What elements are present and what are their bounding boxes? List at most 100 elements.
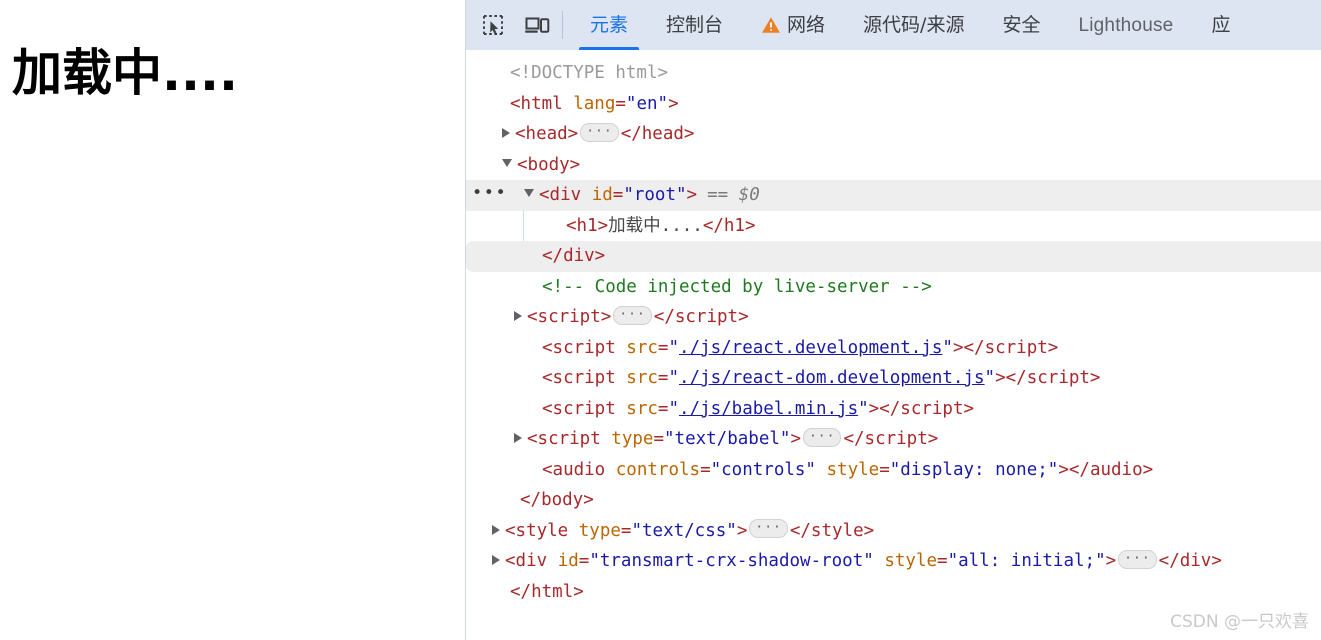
div-transmart-attr-id: id (557, 551, 579, 571)
selected-node-marker: == $0 (707, 185, 760, 205)
dom-row-div-transmart[interactable]: <div id="transmart-crx-shadow-root" styl… (466, 546, 1321, 577)
page-title: 加载中.... (12, 44, 238, 102)
script-react-dom-src-link[interactable]: ./js/react-dom.development.js (679, 368, 985, 388)
screenshot-root: 加载中.... 元素 控制台 网络 源代码/来源 安全 Lighthouse 应… (0, 0, 1321, 640)
html-tag-open: <html (510, 93, 574, 114)
dom-tree[interactable]: <!DOCTYPE html> <html lang="en"> <head> ·… (466, 50, 1321, 640)
row-overflow-dots-icon[interactable]: ••• (472, 180, 506, 211)
div-root-attr-id: id (591, 185, 613, 205)
toolbar-icon-group (466, 0, 554, 50)
tab-network[interactable]: 网络 (742, 0, 844, 50)
tab-elements[interactable]: 元素 (571, 0, 647, 50)
collapsed-children-badge-div-transmart[interactable]: ··· (1118, 549, 1157, 569)
audio-attr-controls: controls (615, 459, 701, 480)
script-babel-attr-src: src (626, 398, 658, 419)
dom-row-head[interactable]: <head> ··· </head> (466, 119, 1321, 150)
dom-row-body-close[interactable]: </body> (466, 485, 1321, 516)
script-react-dom-tag-gt: > (995, 368, 1006, 388)
script-babel-tag-open: <script (542, 398, 627, 419)
tab-security[interactable]: 安全 (983, 0, 1059, 50)
div-transmart-attr-style: style (884, 551, 938, 571)
script-inline-tag-open: <script> (527, 307, 612, 327)
dom-row-h1[interactable]: <h1>加载中....</h1> (466, 211, 1321, 242)
head-tag-open: <head> (515, 124, 579, 144)
dom-row-audio[interactable]: <audio controls="controls" style="displa… (466, 455, 1321, 486)
dom-row-body-open[interactable]: <body> (466, 150, 1321, 181)
tab-console[interactable]: 控制台 (647, 0, 742, 50)
h1-text-content: 加载中.... (608, 215, 703, 236)
expand-triangle-style-icon[interactable] (492, 524, 500, 535)
dom-row-doctype[interactable]: <!DOCTYPE html> (466, 58, 1321, 89)
div-root-closing-tag: </div> (542, 246, 606, 266)
script-react-dom-attr-src: src (626, 368, 658, 388)
collapsed-children-badge-style[interactable]: ··· (749, 519, 788, 538)
collapse-triangle-div-root-icon[interactable] (524, 189, 534, 197)
dom-row-div-root[interactable]: ••• <div id="root"> == $0 (466, 180, 1321, 211)
dom-row-script-text-babel[interactable]: <script type="text/babel"> ··· </script> (466, 424, 1321, 455)
dom-row-script-react[interactable]: <script src="./js/react.development.js">… (466, 333, 1321, 364)
div-transmart-attr-style-value: "all: initial;" (947, 551, 1106, 571)
script-text-babel-tag-close: </script> (843, 429, 939, 449)
audio-tag-close: </audio> (1068, 459, 1154, 480)
script-react-dom-tag-open: <script (542, 368, 627, 388)
html-attr-lang: lang (573, 93, 616, 114)
html-attr-lang-value: "en" (625, 93, 669, 114)
script-babel-tag-close: </script> (879, 398, 975, 419)
expand-triangle-head-icon[interactable] (502, 128, 510, 138)
body-tag-open: <body> (517, 154, 581, 175)
inspect-element-icon[interactable] (476, 8, 510, 42)
script-react-tag-open: <script (542, 337, 627, 358)
expand-triangle-script-text-babel-icon[interactable] (514, 433, 522, 443)
script-react-src-link[interactable]: ./js/react.development.js (679, 338, 942, 358)
script-inline-tag-close: </script> (653, 307, 749, 327)
doctype-text: <!DOCTYPE html> (510, 63, 669, 83)
html-comment-text: <!-- Code injected by live-server --> (542, 276, 932, 297)
dom-row-html-close[interactable]: </html> (466, 577, 1321, 608)
script-react-dom-tag-close: </script> (1005, 368, 1101, 388)
tab-application[interactable]: 应 (1192, 0, 1249, 50)
div-transmart-attr-id-value: "transmart-crx-shadow-root" (589, 551, 874, 571)
div-root-attr-id-value: "root" (623, 185, 687, 205)
style-tag-close: </style> (789, 520, 875, 541)
style-tag-gt: > (736, 520, 748, 541)
tab-lighthouse[interactable]: Lighthouse (1059, 0, 1192, 50)
html-closing-tag: </html> (510, 581, 584, 602)
dom-row-div-close[interactable]: </div> (466, 241, 1321, 272)
script-babel-src-link[interactable]: ./js/babel.min.js (679, 399, 858, 419)
rendered-page-pane: 加载中.... (0, 0, 466, 640)
collapse-triangle-body-icon[interactable] (502, 158, 512, 167)
dom-row-script-react-dom[interactable]: <script src="./js/react-dom.development.… (466, 363, 1321, 394)
div-root-tag-open: <div (539, 185, 592, 205)
warning-triangle-icon (761, 16, 781, 34)
script-text-babel-tag-open: <script (527, 429, 612, 449)
script-babel-tag-gt: > (868, 398, 880, 419)
device-toolbar-icon[interactable] (520, 8, 554, 42)
body-closing-tag: </body> (520, 490, 594, 510)
script-text-babel-attr-type-value: "text/babel" (664, 429, 791, 449)
tab-lighthouse-label: Lighthouse (1078, 14, 1174, 36)
collapsed-children-badge-script-text-babel[interactable]: ··· (802, 427, 842, 447)
style-tag-open: <style (505, 520, 579, 541)
dom-row-html-open[interactable]: <html lang="en"> (466, 89, 1321, 120)
h1-tag-open: <h1> (566, 215, 609, 236)
div-root-tag-close: > (686, 185, 698, 205)
html-tag-close: > (668, 93, 679, 114)
script-react-attr-src: src (626, 337, 658, 358)
dom-row-script-babel[interactable]: <script src="./js/babel.min.js"></script… (466, 394, 1321, 425)
expand-triangle-div-transmart-icon[interactable] (492, 555, 500, 565)
tab-application-label: 应 (1211, 13, 1231, 36)
collapsed-children-badge-script-inline[interactable]: ··· (613, 305, 652, 325)
dom-row-script-inline[interactable]: <script> ··· </script> (466, 302, 1321, 333)
expand-triangle-script-inline-icon[interactable] (514, 311, 522, 321)
tab-sources[interactable]: 源代码/来源 (844, 0, 983, 50)
div-transmart-tag-gt: > (1105, 551, 1117, 571)
dom-row-style[interactable]: <style type="text/css"> ··· </style> (466, 516, 1321, 547)
head-tag-close: </head> (620, 124, 695, 144)
h1-tag-close: </h1> (702, 215, 756, 236)
script-text-babel-attr-type: type (611, 429, 654, 449)
collapsed-children-badge-head[interactable]: ··· (580, 122, 619, 142)
div-transmart-tag-close: </div> (1158, 551, 1222, 571)
dom-row-comment[interactable]: <!-- Code injected by live-server --> (466, 272, 1321, 303)
tab-sources-label: 源代码/来源 (863, 13, 965, 36)
tab-security-label: 安全 (1002, 13, 1041, 36)
